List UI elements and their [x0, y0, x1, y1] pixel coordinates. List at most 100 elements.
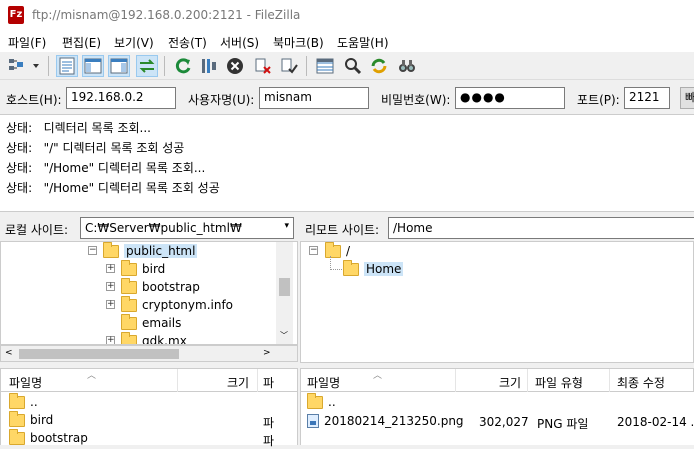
chevron-left-icon[interactable]: <	[5, 348, 13, 358]
column-separator	[455, 369, 456, 392]
tree-item[interactable]: cryptonym.info	[121, 295, 233, 314]
expand-icon[interactable]: +	[106, 282, 115, 291]
cancel-icon[interactable]	[224, 55, 246, 77]
menu-bookmarks[interactable]: 북마크(B)	[273, 34, 324, 51]
remote-directory-tree[interactable]: − / Home	[300, 241, 694, 363]
log-line: 상태: 디렉터리 목록 조회...	[6, 121, 151, 135]
log-line: 상태: "/" 디렉터리 목록 조회 성공	[6, 141, 185, 155]
folder-icon	[121, 313, 137, 330]
port-label: 포트(P):	[577, 93, 620, 107]
tree-item[interactable]: bootstrap	[121, 277, 200, 296]
folder-icon	[121, 277, 137, 294]
menu-view[interactable]: 보기(V)	[114, 34, 154, 51]
folder-icon	[121, 331, 137, 344]
column-filename[interactable]: 파일명	[307, 374, 340, 391]
menu-transfer[interactable]: 전송(T)	[168, 34, 207, 51]
file-size: 302,027	[479, 415, 529, 429]
local-tree-vertical-scrollbar[interactable]: ﹀	[276, 242, 293, 344]
column-type[interactable]: 파일 유형	[535, 374, 583, 391]
remote-file-list[interactable]: .. 20180214_213250.png 302,027 PNG 파일 20…	[300, 392, 694, 445]
tree-item-root[interactable]: /	[325, 242, 350, 260]
username-input[interactable]: misnam	[259, 87, 369, 109]
menu-file[interactable]: 파일(F)	[8, 34, 46, 51]
refresh-icon[interactable]	[172, 55, 194, 77]
menu-bar: 파일(F) 편집(E) 보기(V) 전송(T) 서버(S) 북마크(B) 도움말…	[0, 30, 694, 52]
username-label: 사용자명(U):	[188, 93, 255, 107]
chevron-right-icon[interactable]: >	[263, 348, 271, 358]
folder-icon	[307, 392, 323, 409]
quickconnect-bar: 호스트(H): 192.168.0.2 사용자명(U): misnam 비밀번호…	[0, 82, 694, 114]
tree-item-public-html[interactable]: public_html	[103, 242, 198, 260]
log-line: 상태: "/Home" 디렉터리 목록 조회...	[6, 161, 206, 175]
process-queue-icon[interactable]	[198, 55, 220, 77]
toggle-remote-tree-icon[interactable]	[108, 55, 130, 77]
folder-icon	[103, 242, 119, 258]
local-path-text: C:₩Server₩public_html₩	[85, 221, 242, 235]
chevron-down-icon[interactable]: ▾	[284, 221, 289, 231]
host-input[interactable]: 192.168.0.2	[66, 87, 176, 109]
toggle-queue-icon[interactable]	[136, 55, 158, 77]
disconnect-icon[interactable]	[252, 55, 274, 77]
menu-help[interactable]: 도움말(H)	[337, 34, 389, 51]
list-item[interactable]: bird	[9, 410, 53, 429]
sort-arrow-icon: ︿	[373, 371, 383, 381]
local-site-bar: 로컬 사이트: C:₩Server₩public_html₩ ▾	[0, 216, 298, 240]
remote-path-input[interactable]: /Home	[388, 217, 694, 239]
reconnect-icon[interactable]	[278, 55, 300, 77]
folder-icon	[9, 428, 25, 445]
search-icon[interactable]	[396, 55, 418, 77]
tree-item[interactable]: bird	[121, 259, 165, 278]
list-item[interactable]: ..	[9, 392, 38, 411]
collapse-icon[interactable]: −	[88, 246, 97, 255]
local-tree-horizontal-scrollbar[interactable]: < >	[0, 345, 298, 362]
local-file-list-header: 파일명 ︿ 크기 파	[0, 368, 298, 392]
file-modified: 2018-02-14 ...	[617, 415, 694, 429]
folder-icon	[9, 392, 25, 409]
quickconnect-button[interactable]: 빠	[680, 87, 694, 109]
tree-item[interactable]: emails	[121, 313, 181, 332]
column-separator	[527, 369, 528, 392]
file-type: 파	[263, 416, 275, 430]
filezilla-logo-icon: Fz	[8, 6, 24, 24]
column-filename[interactable]: 파일명	[9, 374, 42, 391]
chevron-down-icon[interactable]: ﹀	[280, 330, 288, 341]
list-item[interactable]: ..	[307, 392, 336, 411]
title-bar: Fz ftp://misnam@192.168.0.200:2121 - Fil…	[0, 0, 694, 30]
expand-icon[interactable]: +	[106, 264, 115, 273]
sync-browse-icon[interactable]	[368, 55, 390, 77]
image-file-icon	[307, 414, 319, 428]
local-site-label: 로컬 사이트:	[5, 223, 69, 237]
column-type[interactable]: 파	[263, 374, 274, 391]
tree-item[interactable]: gdk.mx	[121, 331, 187, 344]
menu-server[interactable]: 서버(S)	[220, 34, 259, 51]
port-input[interactable]: 2121	[624, 87, 670, 109]
collapse-icon[interactable]: −	[309, 246, 318, 255]
list-item[interactable]: 20180214_213250.png	[307, 412, 464, 430]
folder-icon	[121, 295, 137, 312]
local-file-list[interactable]: .. bird 파 bootstrap 파	[0, 392, 298, 448]
column-size[interactable]: 크기	[227, 374, 249, 391]
password-input[interactable]: ●●●●	[455, 87, 565, 109]
column-size[interactable]: 크기	[499, 374, 521, 391]
column-modified[interactable]: 최종 수정	[617, 374, 665, 391]
toolbar-separator	[48, 56, 49, 76]
toolbar-separator	[164, 56, 165, 76]
scrollbar-thumb[interactable]	[279, 278, 290, 296]
local-path-input[interactable]: C:₩Server₩public_html₩ ▾	[80, 217, 294, 239]
list-item[interactable]: bootstrap	[9, 428, 88, 447]
site-manager-icon[interactable]	[6, 55, 28, 77]
expand-icon[interactable]: +	[106, 300, 115, 309]
expand-icon[interactable]: +	[106, 336, 115, 344]
host-label: 호스트(H):	[6, 93, 62, 107]
compare-icon[interactable]	[342, 55, 364, 77]
tree-item-home[interactable]: Home	[343, 259, 404, 278]
menu-edit[interactable]: 편집(E)	[62, 34, 101, 51]
remote-site-label: 리모트 사이트:	[305, 223, 380, 237]
dropdown-arrow-icon[interactable]	[30, 55, 42, 77]
directory-listing-filters-icon[interactable]	[314, 55, 336, 77]
local-directory-tree[interactable]: − public_html + bird + bootstrap + crypt…	[0, 241, 298, 345]
toggle-local-tree-icon[interactable]	[82, 55, 104, 77]
toggle-log-icon[interactable]	[56, 55, 78, 77]
file-type: PNG 파일	[537, 417, 589, 431]
scrollbar-thumb[interactable]	[19, 349, 179, 359]
